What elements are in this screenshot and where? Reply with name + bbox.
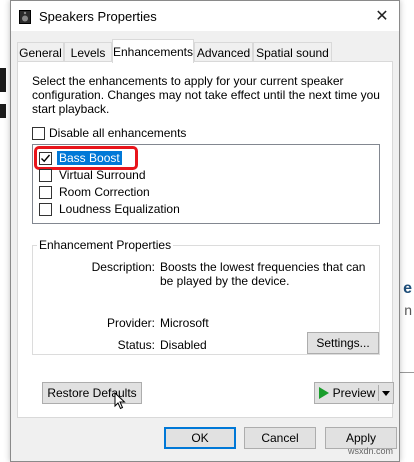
settings-button[interactable]: Settings... xyxy=(307,332,379,354)
disable-all-label: Disable all enhancements xyxy=(49,126,187,140)
ok-button[interactable]: OK xyxy=(164,427,236,449)
mouse-cursor-icon xyxy=(114,392,126,410)
tab-enhancements[interactable]: Enhancements xyxy=(112,39,194,63)
play-icon xyxy=(318,387,329,399)
provider-value: Microsoft xyxy=(160,316,209,330)
virtual-surround-label: Virtual Surround xyxy=(59,168,146,182)
status-value: Disabled xyxy=(160,338,207,352)
close-button[interactable]: ✕ xyxy=(365,1,399,31)
background-right xyxy=(400,0,414,462)
enhancements-panel: Select the enhancements to apply for you… xyxy=(17,61,394,418)
provider-label: Provider: xyxy=(106,316,155,330)
background-text: e xyxy=(403,280,412,297)
speaker-icon xyxy=(19,10,31,24)
preview-button[interactable]: Preview xyxy=(314,382,394,404)
tab-general[interactable]: General xyxy=(17,42,64,62)
disable-all-checkbox[interactable] xyxy=(32,126,45,140)
list-item-virtual-surround[interactable]: Virtual Surround xyxy=(39,167,148,183)
tab-spatial-sound[interactable]: Spatial sound xyxy=(253,42,332,62)
enhancements-description: Select the enhancements to apply for you… xyxy=(32,74,380,116)
enhancement-properties-group: Enhancement Properties Description: Boos… xyxy=(32,238,380,355)
background-window-edge xyxy=(0,68,6,92)
background-window-edge xyxy=(0,104,6,118)
chevron-down-icon[interactable] xyxy=(382,391,390,396)
tab-advanced[interactable]: Advanced xyxy=(194,42,253,62)
description-label: Description: xyxy=(91,260,155,274)
bass-boost-checkbox[interactable] xyxy=(39,151,52,165)
preview-label: Preview xyxy=(332,386,376,400)
description-value: Boosts the lowest frequencies that can b… xyxy=(160,260,366,288)
split-divider xyxy=(378,385,379,401)
close-icon: ✕ xyxy=(375,8,389,25)
list-item-room-correction[interactable]: Room Correction xyxy=(39,184,152,200)
loudness-equalization-checkbox[interactable] xyxy=(39,202,52,216)
room-correction-checkbox[interactable] xyxy=(39,185,52,199)
checkmark-icon xyxy=(41,154,51,162)
list-item-loudness-equalization[interactable]: Loudness Equalization xyxy=(39,201,182,217)
loudness-equalization-label: Loudness Equalization xyxy=(59,202,180,216)
speakers-properties-dialog: Speakers Properties ✕ General Levels Enh… xyxy=(10,0,400,462)
enhancements-list[interactable]: Bass Boost Virtual Surround Room Correct… xyxy=(32,144,380,224)
list-item-bass-boost[interactable]: Bass Boost xyxy=(34,146,138,170)
watermark: wsxdn.com xyxy=(348,446,394,456)
background-divider xyxy=(400,372,414,373)
tab-levels[interactable]: Levels xyxy=(64,42,112,62)
background-text: n xyxy=(404,302,412,318)
status-label: Status: xyxy=(117,338,155,352)
restore-defaults-button[interactable]: Restore Defaults xyxy=(42,382,142,404)
room-correction-label: Room Correction xyxy=(59,185,150,199)
group-title: Enhancement Properties xyxy=(37,238,174,252)
title-bar[interactable]: Speakers Properties ✕ xyxy=(11,1,399,31)
cancel-button[interactable]: Cancel xyxy=(244,427,316,449)
virtual-surround-checkbox[interactable] xyxy=(39,168,52,182)
window-title: Speakers Properties xyxy=(39,9,157,24)
disable-all-enhancements-option[interactable]: Disable all enhancements xyxy=(32,126,186,140)
